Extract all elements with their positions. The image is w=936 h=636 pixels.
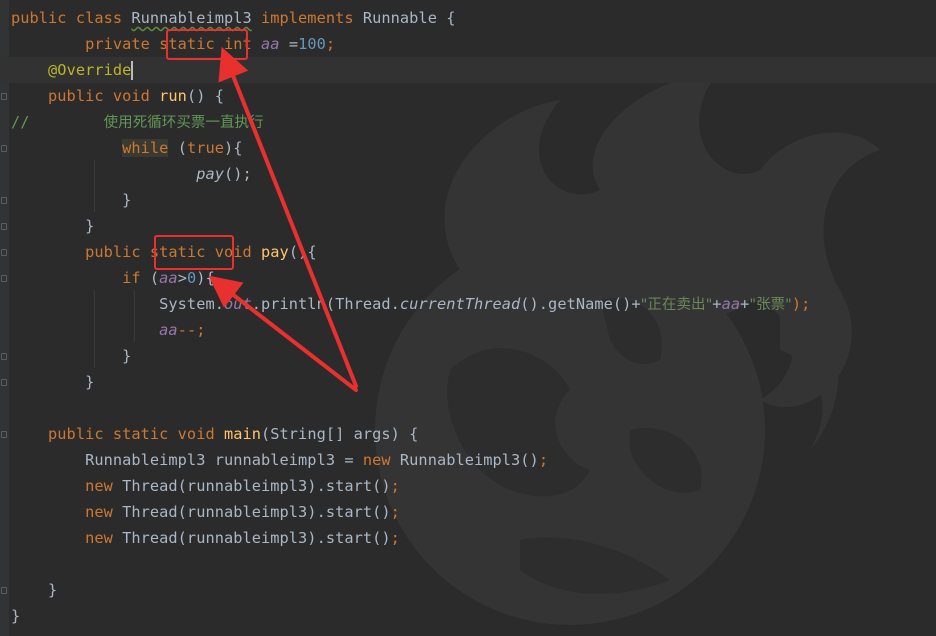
annotation-arrows <box>208 46 358 392</box>
arrow-to-static-field <box>218 46 358 388</box>
code-editor[interactable]: public class Runnableimpl3 implements Ru… <box>0 0 936 636</box>
